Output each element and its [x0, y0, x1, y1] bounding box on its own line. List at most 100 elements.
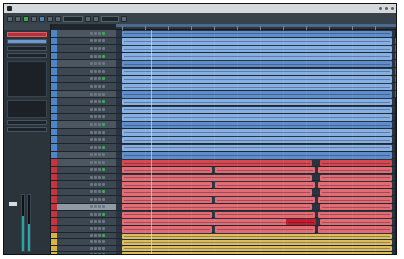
- cycle-icon[interactable]: [47, 15, 53, 22]
- track-row[interactable]: [51, 83, 116, 91]
- record-icon[interactable]: [39, 15, 45, 22]
- mute-icon[interactable]: [90, 183, 93, 187]
- mute-icon[interactable]: [90, 234, 93, 238]
- track-row[interactable]: [51, 98, 116, 106]
- mute-icon[interactable]: [90, 107, 93, 111]
- monitor-icon[interactable]: [102, 145, 105, 149]
- clip[interactable]: [320, 219, 392, 226]
- clip[interactable]: [320, 189, 392, 196]
- solo-icon[interactable]: [94, 31, 97, 35]
- record-icon[interactable]: [98, 62, 101, 66]
- mute-icon[interactable]: [90, 153, 93, 157]
- mute-icon[interactable]: [90, 130, 93, 134]
- sends-panel[interactable]: [7, 100, 47, 118]
- mute-icon[interactable]: [90, 84, 93, 88]
- mute-icon[interactable]: [90, 145, 93, 149]
- mute-icon[interactable]: [90, 138, 93, 142]
- click-icon[interactable]: [55, 15, 61, 22]
- solo-icon[interactable]: [94, 107, 97, 111]
- record-icon[interactable]: [98, 77, 101, 81]
- monitor-icon[interactable]: [102, 39, 105, 43]
- solo-icon[interactable]: [94, 145, 97, 149]
- monitor-icon[interactable]: [102, 220, 105, 224]
- mute-icon[interactable]: [90, 160, 93, 164]
- solo-icon[interactable]: [94, 54, 97, 58]
- clip[interactable]: [320, 204, 392, 211]
- record-icon[interactable]: [98, 252, 101, 254]
- solo-icon[interactable]: [94, 190, 97, 194]
- clip[interactable]: [215, 226, 315, 233]
- record-icon[interactable]: [98, 160, 101, 164]
- snap-icon[interactable]: [85, 15, 91, 22]
- monitor-icon[interactable]: [102, 84, 105, 88]
- track-row[interactable]: [51, 251, 116, 254]
- clip[interactable]: [215, 182, 315, 189]
- monitor-icon[interactable]: [102, 130, 105, 134]
- solo-icon[interactable]: [94, 122, 97, 126]
- clip[interactable]: [122, 167, 212, 174]
- position-display[interactable]: [63, 15, 83, 22]
- solo-icon[interactable]: [94, 130, 97, 134]
- clip[interactable]: [122, 196, 212, 203]
- solo-icon[interactable]: [94, 153, 97, 157]
- mute-icon[interactable]: [90, 240, 93, 244]
- mute-icon[interactable]: [90, 197, 93, 201]
- mute-icon[interactable]: [90, 205, 93, 209]
- mute-icon[interactable]: [90, 54, 93, 58]
- monitor-icon[interactable]: [102, 46, 105, 50]
- input-routing[interactable]: [7, 46, 47, 51]
- play-icon[interactable]: [23, 15, 29, 22]
- record-icon[interactable]: [98, 197, 101, 201]
- track-row[interactable]: [51, 52, 116, 61]
- track-row[interactable]: [51, 106, 116, 114]
- rewind-icon[interactable]: [7, 15, 13, 22]
- monitor-icon[interactable]: [102, 115, 105, 119]
- solo-icon[interactable]: [94, 227, 97, 231]
- eq-section[interactable]: [7, 120, 47, 125]
- clip[interactable]: [320, 174, 392, 181]
- mute-icon[interactable]: [90, 77, 93, 81]
- mute-icon[interactable]: [90, 69, 93, 73]
- clip[interactable]: [122, 182, 212, 189]
- track-row[interactable]: [51, 45, 116, 53]
- record-icon[interactable]: [98, 39, 101, 43]
- monitor-icon[interactable]: [102, 183, 105, 187]
- solo-icon[interactable]: [94, 220, 97, 224]
- record-icon[interactable]: [98, 115, 101, 119]
- record-icon[interactable]: [98, 92, 101, 96]
- record-icon[interactable]: [98, 54, 101, 58]
- monitor-icon[interactable]: [102, 168, 105, 172]
- clip[interactable]: [215, 167, 315, 174]
- solo-icon[interactable]: [94, 246, 97, 250]
- record-icon[interactable]: [98, 145, 101, 149]
- monitor-icon[interactable]: [102, 227, 105, 231]
- track-row[interactable]: [51, 166, 116, 174]
- mute-icon[interactable]: [90, 100, 93, 104]
- monitor-icon[interactable]: [102, 107, 105, 111]
- record-icon[interactable]: [98, 46, 101, 50]
- solo-icon[interactable]: [94, 77, 97, 81]
- monitor-icon[interactable]: [102, 77, 105, 81]
- monitor-icon[interactable]: [102, 92, 105, 96]
- track-row[interactable]: [51, 30, 116, 38]
- mute-icon[interactable]: [90, 31, 93, 35]
- monitor-icon[interactable]: [102, 234, 105, 238]
- mute-icon[interactable]: [90, 62, 93, 66]
- monitor-icon[interactable]: [102, 100, 105, 104]
- monitor-icon[interactable]: [102, 31, 105, 35]
- mute-icon[interactable]: [90, 220, 93, 224]
- mute-icon[interactable]: [90, 46, 93, 50]
- solo-icon[interactable]: [94, 168, 97, 172]
- solo-icon[interactable]: [94, 138, 97, 142]
- mute-icon[interactable]: [90, 252, 93, 254]
- track-row[interactable]: [51, 37, 116, 46]
- track-row[interactable]: [51, 188, 116, 197]
- track-row[interactable]: [51, 174, 116, 182]
- monitor-icon[interactable]: [102, 212, 105, 216]
- mute-icon[interactable]: [90, 115, 93, 119]
- mute-icon[interactable]: [90, 39, 93, 43]
- quantize-icon[interactable]: [121, 15, 127, 22]
- mute-icon[interactable]: [90, 175, 93, 179]
- track-row[interactable]: [51, 151, 116, 160]
- window-icon[interactable]: [379, 7, 382, 10]
